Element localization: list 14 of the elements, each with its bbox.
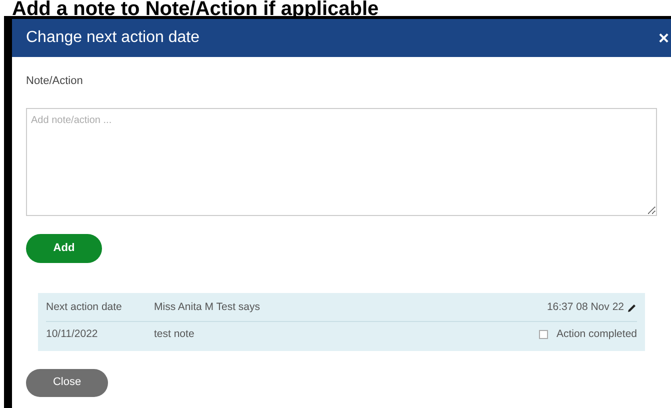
action-checkbox[interactable]	[539, 330, 548, 339]
note-type: Next action date	[46, 300, 123, 316]
add-button[interactable]: Add	[26, 234, 102, 262]
field-label: Note/Action	[26, 74, 84, 89]
note-author: Miss Anita M Test says	[154, 300, 262, 316]
note-timestamp: 16:37 08 Nov 22	[546, 300, 624, 316]
pencil-icon[interactable]	[627, 303, 637, 313]
dialog-title: Change next action date	[26, 28, 200, 48]
close-button[interactable]: Close	[26, 368, 108, 396]
note-date: 10/11/2022	[46, 326, 99, 342]
action-label: Action completed	[556, 326, 637, 342]
page-heading: Add a note to Note/Action if applicable	[11, 0, 380, 16]
note-input-field[interactable]: Add note/action ...	[26, 108, 657, 216]
note-text: test note	[154, 326, 196, 342]
